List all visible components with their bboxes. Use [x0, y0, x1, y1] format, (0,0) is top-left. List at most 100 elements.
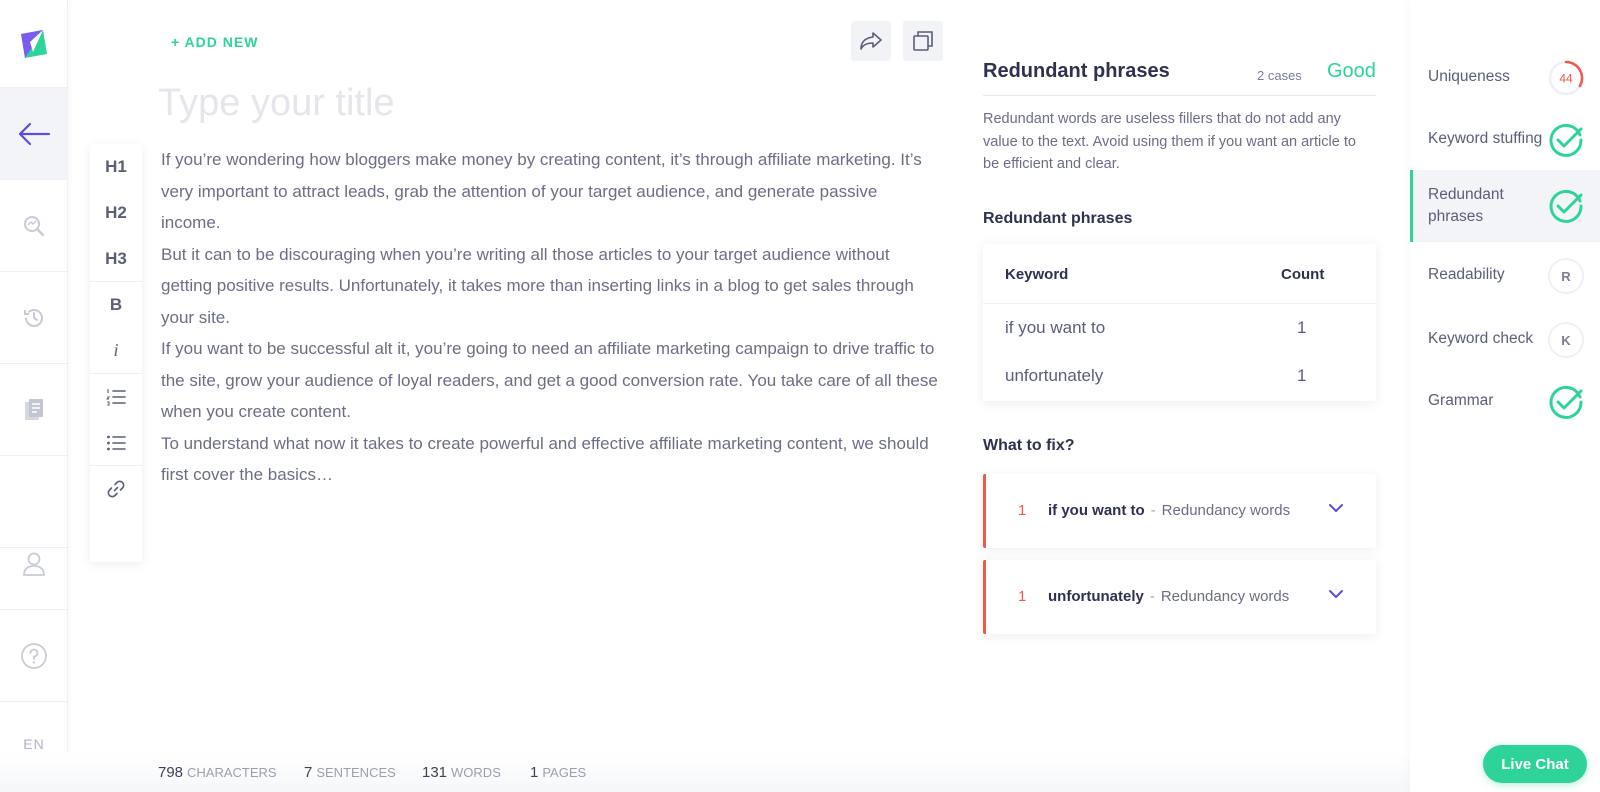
paragraph[interactable]: To understand what now it takes to creat… — [161, 428, 941, 491]
fix-count: 1 — [1018, 502, 1027, 519]
panel-title: Redundant phrases — [983, 60, 1170, 82]
fix-text: if you want to - Redundancy words — [1048, 502, 1290, 519]
chevron-down-icon[interactable] — [1326, 584, 1346, 604]
count-cell: 1 — [1297, 318, 1307, 337]
cases-count: 2 cases — [1257, 68, 1302, 83]
column-count: Count — [1281, 266, 1325, 283]
heading3-button[interactable]: H3 — [90, 236, 142, 282]
heading1-button[interactable]: H1 — [90, 144, 142, 190]
check-passed — [1548, 188, 1584, 224]
check-readability[interactable]: Readability R — [1410, 256, 1600, 296]
add-new-button[interactable]: + ADD NEW — [171, 34, 258, 50]
check-label: Readability — [1428, 266, 1505, 283]
chevron-down-icon[interactable] — [1326, 498, 1346, 518]
fix-type: Redundancy words — [1160, 588, 1290, 605]
fix-phrase: if you want to — [1048, 502, 1145, 519]
stat-characters: 798 CHARACTERS — [158, 764, 277, 781]
italic-button[interactable]: i — [90, 328, 142, 374]
check-keyword-check[interactable]: Keyword check K — [1410, 320, 1600, 360]
nav-profile[interactable] — [0, 518, 68, 610]
check-redundant-phrases[interactable]: Redundant phrases — [1410, 170, 1600, 242]
live-chat-button[interactable]: Live Chat — [1483, 745, 1587, 783]
back-button[interactable] — [0, 88, 68, 180]
fix-item[interactable]: 1 unfortunately - Redundancy words — [983, 560, 1376, 634]
stat-sentences: 7 SENTENCES — [304, 764, 396, 781]
check-passed — [1548, 384, 1584, 420]
table-section-title: Redundant phrases — [983, 210, 1133, 227]
language-switch[interactable]: EN — [0, 736, 68, 752]
checks-sidebar: Uniqueness 44 Keyword stuffing Redundant… — [1410, 0, 1600, 792]
fix-item[interactable]: 1 if you want to - Redundancy words — [983, 474, 1376, 548]
check-label: Grammar — [1428, 392, 1494, 409]
check-grammar[interactable]: Grammar — [1410, 382, 1600, 422]
format-toolbar: H1 H2 H3 B i — [90, 144, 142, 562]
keyword-table: Keyword Count if you want to 1 unfortuna… — [983, 244, 1376, 401]
ordered-list-button[interactable] — [90, 374, 142, 420]
stat-value: 1 — [530, 764, 539, 781]
share-button[interactable] — [851, 21, 891, 61]
link-button[interactable] — [90, 466, 142, 512]
nav-help[interactable] — [0, 610, 68, 702]
uniqueness-score: 44 — [1559, 72, 1573, 86]
nav-history[interactable] — [0, 272, 68, 364]
keyword-check-letter: K — [1548, 322, 1584, 358]
stat-label: CHARACTERS — [187, 765, 277, 780]
logo-icon — [21, 29, 47, 58]
keyword-cell: unfortunately — [1005, 366, 1104, 385]
bullet-list-icon — [107, 435, 126, 450]
panel-description: Redundant words are useless fillers that… — [983, 111, 1356, 172]
paragraph[interactable]: If you’re wondering how bloggers make mo… — [161, 144, 941, 239]
paragraph[interactable]: But it can to be discouraging when you’r… — [161, 239, 941, 334]
bullet-list-button[interactable] — [90, 420, 142, 466]
check-label: Keyword stuffing — [1428, 130, 1543, 147]
fix-type: Redundancy words — [1161, 502, 1291, 519]
uniqueness-score-ring: 44 — [1548, 60, 1584, 96]
stat-value: 131 — [422, 764, 448, 781]
fix-separator: - — [1149, 588, 1155, 605]
checkmark-circle-icon — [1549, 385, 1583, 419]
check-label: Redundant phrases — [1428, 186, 1504, 225]
ordered-list-icon — [106, 389, 126, 406]
check-uniqueness[interactable]: Uniqueness 44 — [1410, 58, 1600, 98]
panel-header: Redundant phrases 2 cases Good — [983, 58, 1376, 96]
arrow-left-icon — [18, 122, 51, 145]
search-analysis-icon — [24, 215, 45, 236]
readability-letter: R — [1548, 258, 1584, 294]
nav-documents[interactable] — [0, 364, 68, 456]
copy-button[interactable] — [903, 21, 943, 61]
check-keyword-stuffing[interactable]: Keyword stuffing — [1410, 120, 1600, 160]
fix-count: 1 — [1018, 588, 1027, 605]
column-keyword: Keyword — [1005, 266, 1069, 283]
checkmark-circle-icon — [1549, 189, 1583, 223]
user-icon — [23, 552, 45, 576]
check-passed — [1548, 122, 1584, 158]
fix-text: unfortunately - Redundancy words — [1048, 588, 1289, 605]
left-nav: EN — [0, 0, 68, 792]
paragraph[interactable]: If you want to be successful alt it, you… — [161, 333, 941, 428]
checkmark-circle-icon — [1549, 123, 1583, 157]
count-cell: 1 — [1297, 366, 1307, 385]
heading2-button[interactable]: H2 — [90, 190, 142, 236]
help-icon — [21, 642, 47, 669]
table-row: if you want to 1 — [983, 306, 1376, 354]
stat-pages: 1 PAGES — [530, 764, 586, 781]
documents-icon — [25, 398, 43, 420]
check-label: Keyword check — [1428, 330, 1534, 347]
fix-section-title: What to fix? — [983, 437, 1075, 454]
share-icon — [860, 32, 882, 50]
nav-search-analysis[interactable] — [0, 180, 68, 272]
score-ring-icon: 44 — [1548, 60, 1584, 96]
fix-separator: - — [1150, 502, 1156, 519]
link-icon — [107, 480, 125, 498]
app-logo[interactable] — [0, 0, 68, 88]
editor-content[interactable]: If you’re wondering how bloggers make mo… — [161, 144, 941, 491]
stat-value: 798 — [158, 764, 184, 781]
title-input[interactable] — [158, 78, 918, 128]
table-header: Keyword Count — [983, 244, 1376, 304]
stat-label: WORDS — [451, 765, 501, 780]
fix-phrase: unfortunately — [1048, 588, 1144, 605]
bold-button[interactable]: B — [90, 282, 142, 328]
stat-value: 7 — [304, 764, 313, 781]
table-row: unfortunately 1 — [983, 354, 1376, 402]
status-badge: Good — [1327, 60, 1376, 82]
